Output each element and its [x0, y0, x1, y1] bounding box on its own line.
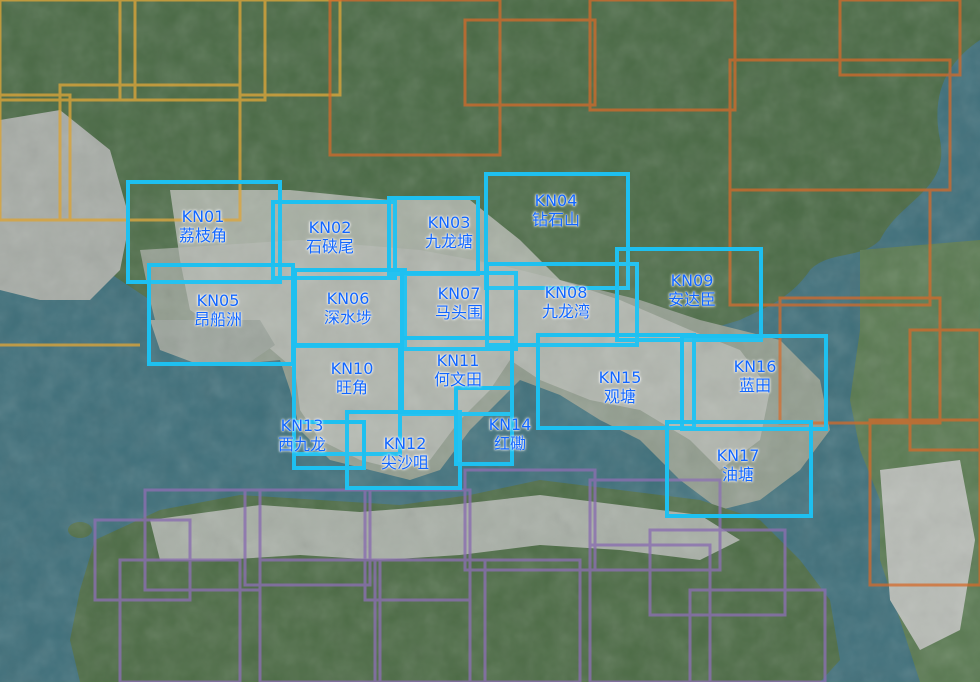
zone-kn14[interactable]: [454, 386, 514, 466]
satellite-map[interactable]: KN01 荔枝角 KN02 石硖尾 KN03 九龙塘 KN04 钻石山 KN05 昂船洲 KN06 深…: [0, 0, 980, 682]
zone-kn06[interactable]: [293, 268, 407, 348]
zone-kn05[interactable]: [147, 263, 295, 366]
zone-kn15[interactable]: [536, 333, 696, 430]
zone-kn16[interactable]: [680, 334, 828, 431]
zone-kn13[interactable]: [292, 420, 366, 470]
zone-kn03[interactable]: [387, 196, 480, 276]
zone-kn17[interactable]: [665, 420, 813, 518]
zone-kn09[interactable]: [615, 247, 763, 342]
